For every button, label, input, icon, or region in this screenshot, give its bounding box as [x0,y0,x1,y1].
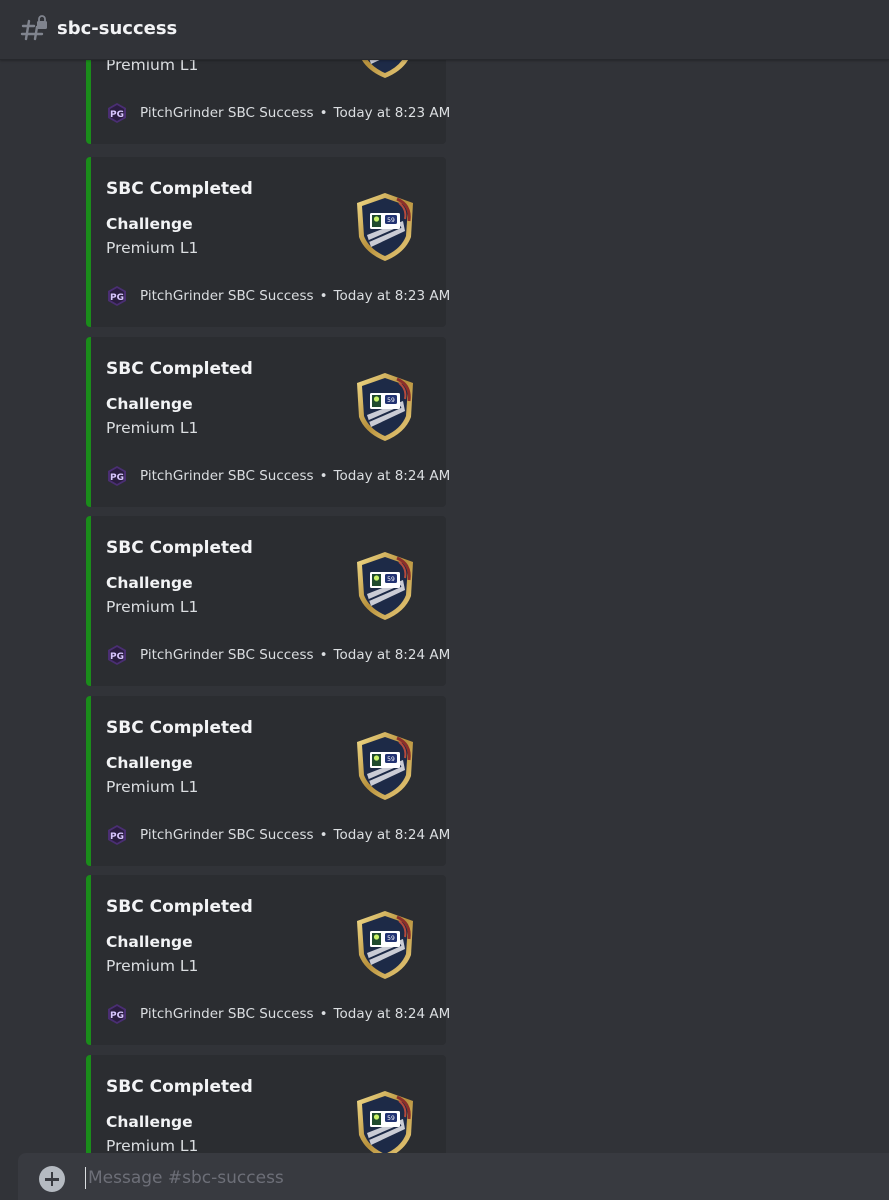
svg-text:59: 59 [387,576,395,583]
svg-text:PG: PG [110,293,124,303]
svg-text:59: 59 [387,217,395,224]
embed-footer-author: PitchGrinder SBC Success [140,1006,314,1022]
svg-text:59: 59 [387,935,395,942]
hashtag-lock-icon [20,15,47,41]
embed-title: SBC Completed [106,1077,253,1097]
embed-footer-separator: • [319,827,328,843]
embed-title: SBC Completed [106,718,253,738]
embed-footer-timestamp[interactable]: Today at 8:23 AM [334,105,451,121]
embed-field-value: Premium L1 [106,957,199,975]
embed-field-value: Premium L1 [106,1137,199,1153]
embed-footer-separator: • [319,647,328,663]
sbc-pack-badge-icon: 59 [357,732,413,800]
pitchgrinder-logo-icon: PG [108,645,126,665]
svg-text:59: 59 [387,1115,395,1122]
embed-title: SBC Completed [106,897,253,917]
embed-footer-separator: • [319,288,328,304]
channel-name: sbc-success [57,18,178,39]
pitchgrinder-logo-icon: PG [108,466,126,486]
embed-footer-author: PitchGrinder SBC Success [140,827,314,843]
embed-field-name: Challenge [106,754,193,772]
embed-footer-timestamp[interactable]: Today at 8:24 AM [334,827,451,843]
sbc-embed-card: SBC Completed Challenge Premium L1 59 PG P… [86,516,450,686]
embed-field-name: Challenge [106,395,193,413]
message-composer [18,1153,889,1200]
embed-field-name: Challenge [106,574,193,592]
sbc-pack-badge-icon: 59 [357,552,413,620]
svg-text:PG: PG [110,110,124,120]
svg-text:59: 59 [387,756,395,763]
sbc-embed-card: SBC Completed Challenge Premium L1 59 PG P… [86,157,450,327]
pitchgrinder-logo-icon: PG [108,103,126,123]
embed-field-value: Premium L1 [106,239,199,257]
message-feed[interactable]: Premium L1 59 PG PitchGrinder SBC Succes… [0,60,889,1153]
message-input[interactable] [86,1163,790,1193]
sbc-pack-badge-icon: 59 [357,373,413,441]
embed-footer: PG PitchGrinder SBC Success • Today at 8… [106,285,450,307]
embed-footer: PG PitchGrinder SBC Success • Today at 8… [106,644,450,666]
sbc-embed-card: SBC Completed Challenge Premium L1 59 PG P… [86,875,450,1045]
sbc-pack-badge-icon: 59 [357,1091,413,1153]
embed-field-name: Challenge [106,215,193,233]
sbc-embed-card: SBC Completed Challenge Premium L1 59 PG P… [86,696,450,866]
sbc-pack-badge-icon: 59 [357,193,413,261]
embed-title: SBC Completed [106,179,253,199]
embed-footer: PG PitchGrinder SBC Success • Today at 8… [106,465,450,487]
embed-field-name: Challenge [106,933,193,951]
sbc-embed-card: Premium L1 59 PG PitchGrinder SBC Succes… [86,60,450,144]
sbc-embed-card: SBC Completed Challenge Premium L1 59 [86,1055,446,1153]
embed-footer-timestamp[interactable]: Today at 8:24 AM [334,647,451,663]
embed-footer-separator: • [319,105,328,121]
plus-circle-icon[interactable] [39,1166,65,1192]
embed-footer-author: PitchGrinder SBC Success [140,105,314,121]
embed-field-name: Challenge [106,1113,193,1131]
embed-footer-author: PitchGrinder SBC Success [140,288,314,304]
sbc-embed-card: SBC Completed Challenge Premium L1 59 PG P… [86,337,450,507]
embed-field-value: Premium L1 [106,778,199,796]
channel-header: sbc-success [0,0,889,60]
embed-footer: PG PitchGrinder SBC Success • Today at 8… [106,824,450,846]
pitchgrinder-logo-icon: PG [108,825,126,845]
embed-field-value: Premium L1 [106,598,199,616]
embed-footer: PG PitchGrinder SBC Success • Today at 8… [106,1003,450,1025]
svg-text:59: 59 [387,397,395,404]
sbc-pack-badge-icon: 59 [361,60,409,78]
embed-title: SBC Completed [106,538,253,558]
embed-footer-separator: • [319,1006,328,1022]
svg-text:PG: PG [110,652,124,662]
pitchgrinder-logo-icon: PG [108,286,126,306]
embed-footer-separator: • [319,468,328,484]
sbc-pack-badge-icon: 59 [357,911,413,979]
embed-footer-author: PitchGrinder SBC Success [140,468,314,484]
svg-text:PG: PG [110,473,124,483]
svg-text:PG: PG [110,1011,124,1021]
embed-footer-timestamp[interactable]: Today at 8:23 AM [334,288,451,304]
pitchgrinder-logo-icon: PG [108,1004,126,1024]
embed-title: SBC Completed [106,359,253,379]
svg-text:PG: PG [110,832,124,842]
embed-field-value: Premium L1 [106,419,199,437]
embed-footer-timestamp[interactable]: Today at 8:24 AM [334,1006,451,1022]
embed-field-value: Premium L1 [106,60,199,74]
embed-footer-timestamp[interactable]: Today at 8:24 AM [334,468,451,484]
embed-footer-author: PitchGrinder SBC Success [140,647,314,663]
embed-footer: PG PitchGrinder SBC Success • Today at 8… [106,102,450,124]
